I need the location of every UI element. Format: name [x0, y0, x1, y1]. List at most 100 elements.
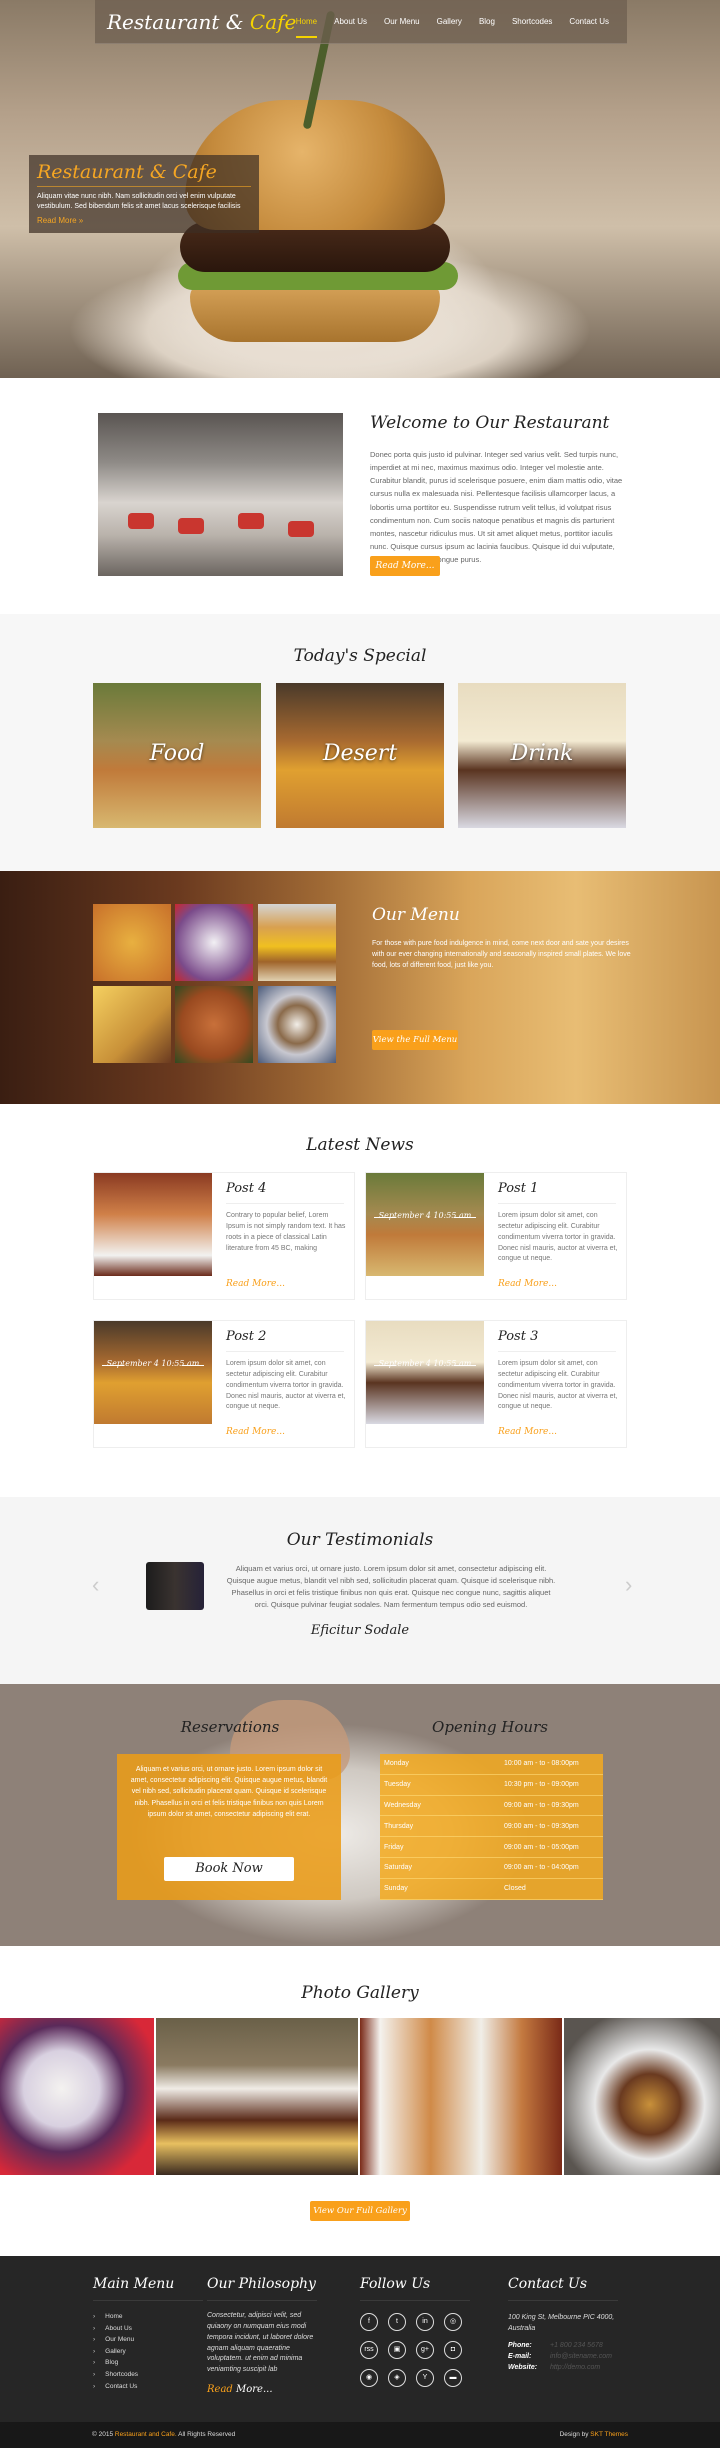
google-plus-icon[interactable]: g+: [416, 2341, 434, 2359]
special-card-desert[interactable]: Desert: [276, 683, 444, 828]
special-card-label: Food: [149, 741, 205, 766]
footer-follow-title: Follow Us: [360, 2276, 470, 2301]
email-link[interactable]: info@sitename.com: [550, 2353, 612, 2360]
menu-thumb-pizza[interactable]: [93, 904, 171, 981]
special-card-drink[interactable]: Drink: [458, 683, 626, 828]
footer-link-contact-us[interactable]: Contact Us: [93, 2381, 203, 2393]
book-now-button[interactable]: Book Now: [164, 1857, 294, 1881]
our-menu-title: Our Menu: [372, 905, 460, 925]
welcome-read-more-button[interactable]: Read More...: [370, 556, 440, 576]
post-read-more-link[interactable]: Read More...: [498, 1427, 557, 1437]
dribbble-icon[interactable]: ◎: [444, 2313, 462, 2331]
facebook-icon[interactable]: f: [360, 2313, 378, 2331]
nav-gallery[interactable]: Gallery: [437, 17, 462, 38]
post-date: September 4 10:55 am: [366, 1359, 484, 1369]
post-excerpt: Contrary to popular belief, Lorem Ipsum …: [226, 1212, 346, 1252]
yelp-icon[interactable]: Y: [416, 2369, 434, 2387]
post-read-more-link[interactable]: Read More...: [226, 1427, 285, 1437]
hours-day: Friday: [384, 1843, 404, 1851]
special-card-food[interactable]: Food: [93, 683, 261, 828]
menu-thumb-fries[interactable]: [93, 986, 171, 1063]
footer-link-home[interactable]: Home: [93, 2311, 203, 2323]
post-image[interactable]: [94, 1321, 212, 1424]
testimonial-prev-arrow-icon[interactable]: ‹: [92, 1572, 99, 1598]
post-title[interactable]: Post 2: [226, 1329, 344, 1352]
designer-link[interactable]: SKT Themes: [590, 2431, 628, 2438]
gallery-image-ice-cream[interactable]: [0, 2018, 154, 2175]
footer-link-our-menu[interactable]: Our Menu: [93, 2334, 203, 2346]
menu-thumb-ice-cream[interactable]: [175, 904, 253, 981]
footer-link-about-us[interactable]: About Us: [93, 2323, 203, 2335]
hours-row: Saturday 09:00 am - to - 04:00pm: [380, 1858, 603, 1879]
copyright-brand-link[interactable]: Restaurant and Cafe.: [115, 2431, 177, 2438]
reservations-text: Aliquam et varius orci, ut ornare justo.…: [130, 1766, 328, 1818]
youtube-icon[interactable]: ▣: [388, 2341, 406, 2359]
post-title[interactable]: Post 1: [498, 1181, 616, 1204]
post-image[interactable]: [366, 1173, 484, 1276]
welcome-title: Welcome to Our Restaurant: [370, 413, 610, 433]
hours-time: Closed: [504, 1885, 526, 1893]
post-read-more-link[interactable]: Read More...: [498, 1279, 557, 1289]
hours-time: 09:00 am - to - 04:00pm: [504, 1864, 579, 1872]
hours-day: Thursday: [384, 1822, 414, 1830]
view-full-gallery-button[interactable]: View Our Full Gallery: [310, 2201, 410, 2221]
post-image[interactable]: [366, 1321, 484, 1424]
footer-link-gallery[interactable]: Gallery: [93, 2346, 203, 2358]
nav-our-menu[interactable]: Our Menu: [384, 17, 420, 38]
phone-label: Phone:: [508, 2342, 532, 2349]
view-full-menu-button[interactable]: View the Full Menu: [372, 1030, 458, 1050]
hours-day: Tuesday: [384, 1781, 411, 1789]
menu-thumb-burger[interactable]: [258, 904, 336, 981]
twitter-icon[interactable]: t: [388, 2313, 406, 2331]
footer-philosophy-read-more[interactable]: Read More...: [207, 2384, 317, 2395]
site-logo[interactable]: Restaurant & Cafe: [107, 10, 296, 34]
hours-row: Monday 10:00 am - to - 08:00pm: [380, 1754, 603, 1775]
reservations-section: [0, 1684, 720, 1946]
hours-day: Wednesday: [384, 1801, 421, 1809]
testimonial-next-arrow-icon[interactable]: ›: [625, 1572, 632, 1598]
footer-link-blog[interactable]: Blog: [93, 2357, 203, 2369]
hero-read-more-link[interactable]: Read More »: [37, 216, 251, 225]
gallery-image-steak[interactable]: [156, 2018, 358, 2175]
nav-shortcodes[interactable]: Shortcodes: [512, 17, 552, 38]
menu-thumb-fried-chicken[interactable]: [175, 986, 253, 1063]
footer-email-row: E-mail: info@sitename.com: [508, 2353, 618, 2360]
latest-news-title: Latest News: [306, 1135, 414, 1155]
pinterest-icon[interactable]: ◉: [360, 2369, 378, 2387]
post-title[interactable]: Post 4: [226, 1181, 344, 1204]
nav-contact-us[interactable]: Contact Us: [569, 17, 609, 38]
footer-phone-row: Phone: +1 800 234 5678: [508, 2342, 618, 2349]
design-by-text: Design by: [559, 2431, 589, 2438]
chair-shape: [128, 513, 154, 529]
photo-gallery-title: Photo Gallery: [301, 1983, 419, 2003]
footer-contact: Contact Us 100 King St, Melbourne PIC 40…: [508, 2276, 618, 2371]
testimonial-avatar: [146, 1562, 204, 1610]
hours-time: 09:00 am - to - 09:30pm: [504, 1801, 579, 1809]
post-excerpt: Lorem ipsum dolor sit amet, con sectetur…: [498, 1212, 618, 1263]
website-label: Website:: [508, 2364, 538, 2371]
news-post: September 4 10:55 am Post 1 Lorem ipsum …: [365, 1172, 627, 1300]
news-post: Post 4 Contrary to popular belief, Lorem…: [93, 1172, 355, 1300]
gallery-image-beignets[interactable]: [360, 2018, 562, 2175]
rss-icon[interactable]: rss: [360, 2341, 378, 2359]
chair-shape: [288, 521, 314, 537]
post-image[interactable]: [94, 1173, 212, 1276]
post-excerpt: Lorem ipsum dolor sit amet, con sectetur…: [498, 1360, 618, 1411]
footer-address: 100 King St, Melbourne PIC 4000, Austral…: [508, 2314, 615, 2332]
post-title[interactable]: Post 3: [498, 1329, 616, 1352]
website-link[interactable]: http://demo.com: [550, 2364, 600, 2371]
hours-row: Wednesday 09:00 am - to - 09:30pm: [380, 1796, 603, 1817]
nav-home[interactable]: Home: [295, 17, 318, 38]
navbar: Restaurant & Cafe Home About Us Our Menu…: [95, 0, 627, 44]
instagram-icon[interactable]: ◘: [444, 2341, 462, 2359]
nav-blog[interactable]: Blog: [479, 17, 495, 38]
menu-thumb-coffee[interactable]: [258, 986, 336, 1063]
post-read-more-link[interactable]: Read More...: [226, 1279, 285, 1289]
linkedin-icon[interactable]: in: [416, 2313, 434, 2331]
hours-time: 09:00 am - to - 05:00pm: [504, 1843, 579, 1851]
footer-link-shortcodes[interactable]: Shortcodes: [93, 2369, 203, 2381]
vimeo-icon[interactable]: ▬: [444, 2369, 462, 2387]
skype-icon[interactable]: ◈: [388, 2369, 406, 2387]
gallery-image-burger[interactable]: [564, 2018, 720, 2175]
nav-about-us[interactable]: About Us: [334, 17, 367, 38]
